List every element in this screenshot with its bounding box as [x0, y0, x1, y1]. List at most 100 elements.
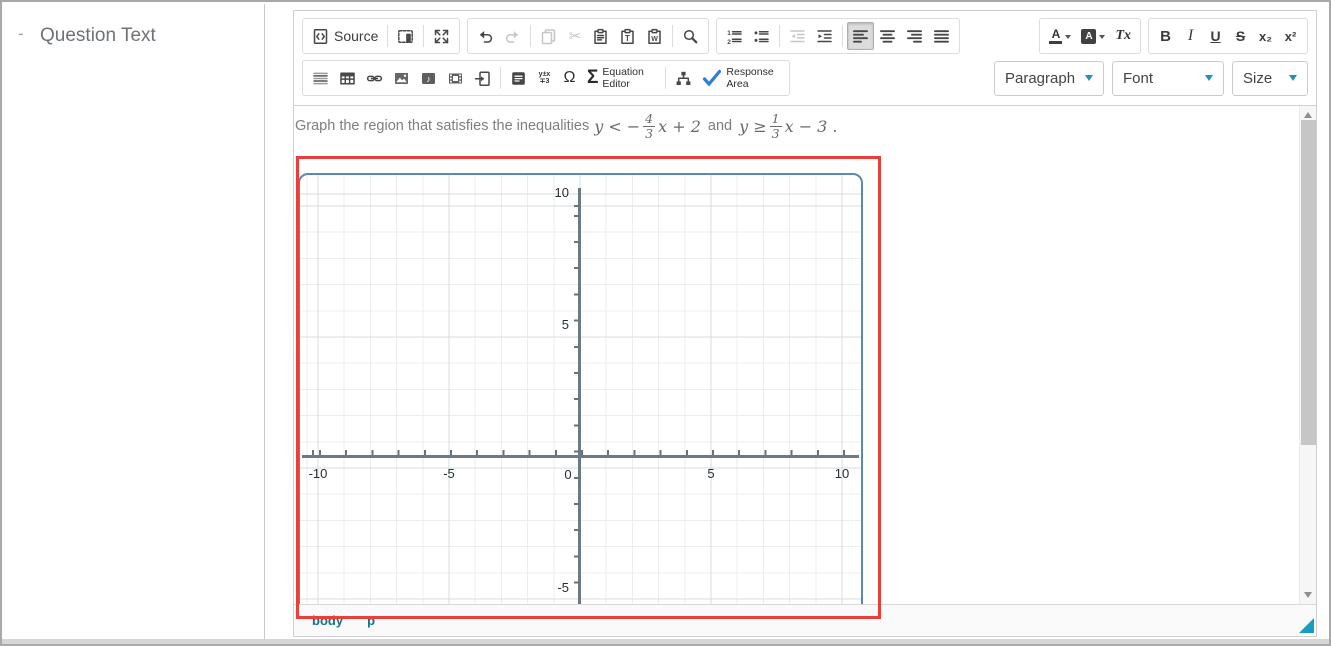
question-paragraph: Graph the region that satisfies the ineq… [295, 112, 1255, 141]
path-item-body[interactable]: body [312, 613, 343, 628]
graph-grid: 10 5 -5 -10 -5 0 5 10 [300, 175, 861, 604]
window-bottom-strip [2, 639, 1329, 644]
font-dropdown[interactable]: Font [1112, 61, 1224, 96]
svg-text:2: 2 [728, 39, 732, 45]
math-button[interactable]: y±x∓3 [532, 64, 557, 92]
indent-button[interactable] [811, 22, 838, 50]
superscript-button[interactable]: x² [1278, 22, 1303, 50]
block-icon [510, 70, 527, 87]
horizontal-line-button[interactable] [307, 64, 334, 92]
toolbar-row-2: ♪ y±x∓3 Ω [302, 60, 1308, 96]
toolbar-row-1: Source [302, 18, 1308, 54]
bulleted-list-icon [753, 28, 770, 45]
paste-plain-text-button[interactable]: T [614, 22, 641, 50]
copy-icon [540, 28, 557, 45]
video-button[interactable] [442, 64, 469, 92]
omega-icon: Ω [564, 69, 576, 87]
remove-format-icon: Tx [1115, 28, 1131, 44]
vertical-scrollbar[interactable] [1299, 106, 1316, 604]
scrollbar-thumb[interactable] [1301, 120, 1316, 445]
separator [779, 25, 780, 47]
paste-from-word-button[interactable]: W [641, 22, 668, 50]
separator [500, 67, 501, 89]
align-center-icon [879, 28, 896, 45]
background-color-button[interactable]: A [1076, 22, 1110, 50]
resize-handle[interactable] [1299, 618, 1314, 633]
maximize-button[interactable] [428, 22, 455, 50]
rich-text-editor: Source [293, 10, 1317, 637]
x-tick-label: 5 [696, 466, 726, 481]
y-axis-ticks [574, 188, 579, 604]
paragraph-format-dropdown[interactable]: Paragraph [994, 61, 1104, 96]
bold-button[interactable]: B [1153, 22, 1178, 50]
block-button[interactable] [505, 64, 532, 92]
sigma-icon: Σ [587, 67, 598, 89]
separator [842, 25, 843, 47]
scroll-up-arrow[interactable] [1304, 112, 1312, 118]
font-value: Font [1123, 70, 1153, 87]
chevron-down-icon [1289, 75, 1297, 81]
group-clipboard: ✂ T W [467, 18, 709, 54]
scroll-down-arrow[interactable] [1304, 592, 1312, 598]
toolbar-row1-right: A A Tx B I U [1039, 18, 1308, 54]
link-button[interactable] [361, 64, 388, 92]
redo-button[interactable] [499, 22, 526, 50]
size-dropdown[interactable]: Size [1232, 61, 1308, 96]
editor-toolbar: Source [294, 11, 1316, 106]
svg-text:T: T [625, 34, 630, 43]
align-left-button[interactable] [847, 22, 874, 50]
align-right-button[interactable] [901, 22, 928, 50]
copy-button[interactable] [535, 22, 562, 50]
group-colors: A A Tx [1039, 18, 1141, 54]
separator [423, 25, 424, 47]
italic-button[interactable]: I [1178, 22, 1203, 50]
separator [672, 25, 673, 47]
undo-icon [477, 28, 494, 45]
justify-button[interactable] [928, 22, 955, 50]
remove-format-button[interactable]: Tx [1110, 22, 1136, 50]
text-color-button[interactable]: A [1044, 22, 1076, 50]
paste-plain-text-icon: T [619, 28, 636, 45]
underline-button[interactable]: U [1203, 22, 1228, 50]
chevron-down-icon [1085, 75, 1093, 81]
strikethrough-button[interactable]: S [1228, 22, 1253, 50]
numbered-list-icon: 12 [726, 28, 743, 45]
special-character-button[interactable]: Ω [557, 64, 582, 92]
align-center-button[interactable] [874, 22, 901, 50]
indent-icon [816, 28, 833, 45]
outdent-button[interactable] [784, 22, 811, 50]
numbered-list-button[interactable]: 12 [721, 22, 748, 50]
templates-icon [397, 28, 414, 45]
background-color-icon: A [1081, 29, 1096, 44]
response-area-button[interactable]: Response Area [697, 64, 785, 92]
editor-content[interactable]: Graph the region that satisfies the ineq… [294, 106, 1299, 604]
paste-button[interactable] [587, 22, 614, 50]
collapse-toggle[interactable]: - [18, 24, 24, 44]
app-window: - Question Text Source [0, 0, 1331, 646]
find-button[interactable] [677, 22, 704, 50]
image-button[interactable] [388, 64, 415, 92]
align-left-icon [852, 28, 869, 45]
sitemap-icon [675, 70, 692, 87]
align-right-icon [906, 28, 923, 45]
undo-button[interactable] [472, 22, 499, 50]
table-button[interactable] [334, 64, 361, 92]
graph-image[interactable]: 10 5 -5 -10 -5 0 5 10 [298, 173, 863, 604]
y-tick-label: 10 [539, 185, 569, 200]
equation-editor-button[interactable]: Σ Equation Editor [582, 64, 661, 92]
cut-button[interactable]: ✂ [562, 22, 587, 50]
source-button[interactable]: Source [307, 22, 383, 50]
svg-text:W: W [652, 35, 659, 42]
audio-button[interactable]: ♪ [415, 64, 442, 92]
maximize-icon [433, 28, 450, 45]
bulleted-list-button[interactable] [748, 22, 775, 50]
path-item-p[interactable]: p [367, 613, 375, 628]
templates-button[interactable] [392, 22, 419, 50]
import-file-button[interactable] [469, 64, 496, 92]
subscript-button[interactable]: x₂ [1253, 22, 1278, 50]
link-icon [366, 70, 383, 87]
paste-from-word-icon: W [646, 28, 663, 45]
redo-icon [504, 28, 521, 45]
fraction: 13 [770, 112, 782, 141]
sitemap-button[interactable] [670, 64, 697, 92]
